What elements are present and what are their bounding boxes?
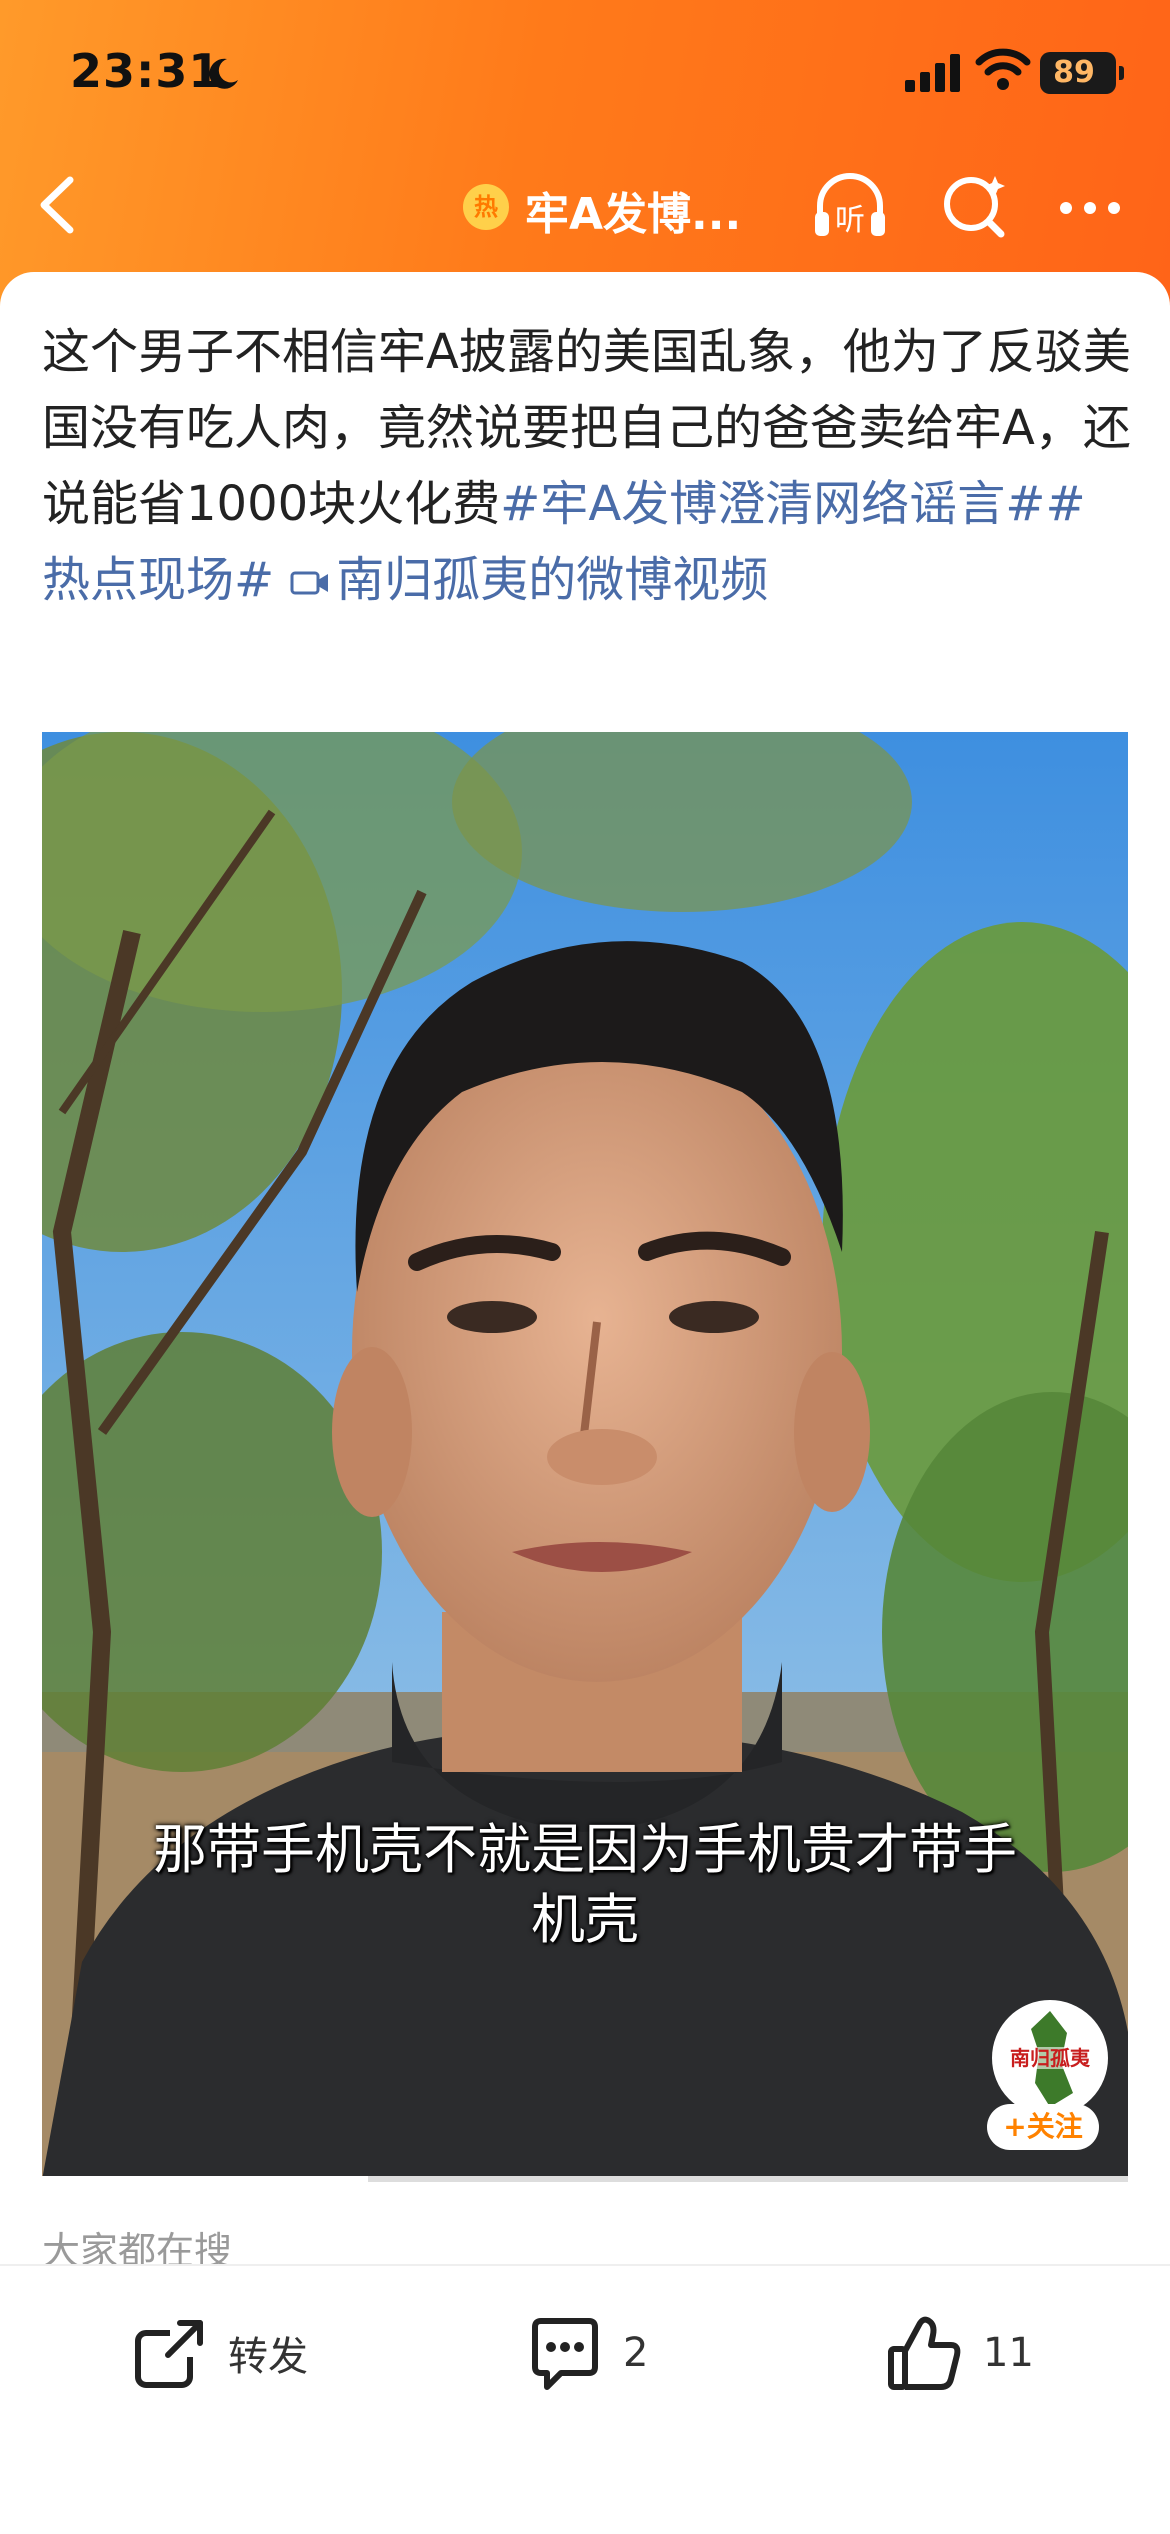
like-button[interactable]: 11 bbox=[885, 2308, 1034, 2398]
author-logo: 南归孤夷 bbox=[995, 2003, 1105, 2113]
video-source-link[interactable]: 南归孤夷的微博视频 bbox=[336, 552, 768, 608]
video-frame bbox=[42, 732, 1128, 2180]
moon-icon bbox=[209, 58, 238, 89]
forward-button[interactable]: 转发 bbox=[130, 2308, 308, 2398]
headphones-listen-icon[interactable]: 听 bbox=[810, 168, 890, 244]
status-bar: 23:31 89 bbox=[0, 0, 1170, 150]
hot-badge: 热 bbox=[463, 184, 509, 230]
video-progress-bar[interactable] bbox=[42, 2176, 1128, 2182]
video-player[interactable]: 那带手机壳不就是因为手机贵才带手 机壳 南归孤夷 +关注 bbox=[42, 732, 1128, 2180]
forward-label: 转发 bbox=[228, 2334, 308, 2380]
thumbs-up-icon bbox=[888, 2316, 961, 2390]
author-avatar[interactable]: 南归孤夷 bbox=[992, 2000, 1108, 2116]
battery-indicator: 89 bbox=[1040, 52, 1124, 94]
action-bar: 转发 2 11 bbox=[0, 2264, 1170, 2534]
comment-icon bbox=[532, 2318, 598, 2390]
battery-level: 89 bbox=[1053, 55, 1095, 90]
author-logo-text: 南归孤夷 bbox=[1010, 2046, 1091, 2070]
follow-button[interactable]: +关注 bbox=[987, 2104, 1099, 2150]
back-arrow-icon[interactable] bbox=[28, 170, 88, 240]
comment-button[interactable]: 2 bbox=[525, 2308, 648, 2398]
nav-bar: 热 牢A发博... 听 bbox=[0, 150, 1170, 260]
video-link-icon bbox=[290, 571, 329, 595]
topic-tag-link[interactable]: #牢A发博澄清网络谣言# bbox=[500, 476, 1045, 532]
comment-count: 2 bbox=[623, 2330, 649, 2376]
video-subtitle: 机壳 bbox=[531, 1888, 639, 1951]
like-count: 11 bbox=[983, 2330, 1034, 2376]
wifi-icon bbox=[975, 48, 1031, 90]
more-icon[interactable] bbox=[1050, 168, 1130, 244]
svg-text:听: 听 bbox=[835, 203, 865, 238]
topic-title[interactable]: 牢A发博... bbox=[525, 178, 741, 242]
status-time: 23:31 bbox=[70, 44, 222, 98]
video-progress-fill bbox=[42, 2176, 368, 2182]
post-text: 这个男子不相信牢A披露的美国乱象，他为了反驳美国没有吃人肉，竟然说要把自己的爸爸… bbox=[42, 314, 1132, 618]
video-subtitle: 那带手机壳不就是因为手机贵才带手 bbox=[153, 1818, 1017, 1881]
search-icon[interactable] bbox=[935, 168, 1015, 244]
signal-icon bbox=[905, 54, 960, 92]
post-card: 这个男子不相信牢A披露的美国乱象，他为了反驳美国没有吃人肉，竟然说要把自己的爸爸… bbox=[0, 272, 1170, 2532]
share-icon bbox=[135, 2320, 206, 2388]
